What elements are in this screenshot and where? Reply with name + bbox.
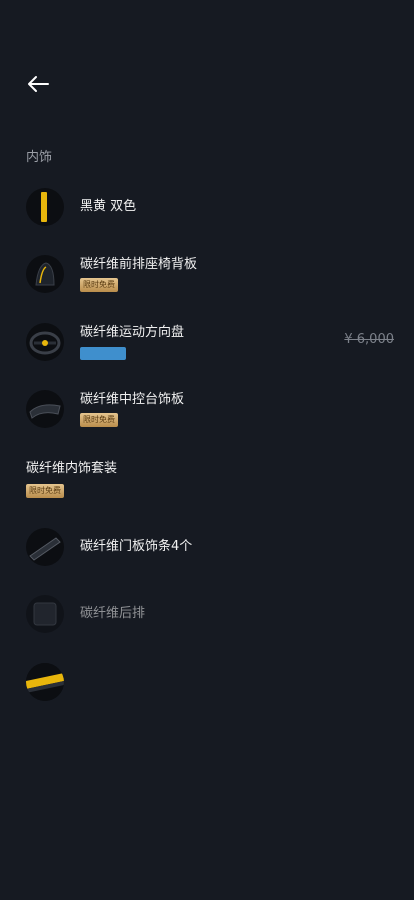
section-title: 内饰 — [26, 150, 53, 165]
back-button[interactable] — [22, 70, 54, 98]
option-black-yellow[interactable]: 黑黄 双色 — [26, 183, 394, 231]
pack-name: 碳纤维内饰套装 — [26, 461, 118, 476]
free-badge: 限时免费 — [80, 413, 118, 427]
black-yellow-swatch — [26, 188, 64, 226]
yellow-sill-thumb — [26, 663, 64, 701]
seat-back-thumb — [26, 255, 64, 293]
option-name: 碳纤维前排座椅背板 — [80, 257, 198, 272]
interior-pack[interactable]: 碳纤维内饰套装 限时免费 — [26, 460, 117, 498]
pack-item-name: 碳纤维后排 — [80, 606, 146, 621]
option-seat-back[interactable]: 碳纤维前排座椅背板 限时免费 — [26, 250, 394, 298]
door-trim-thumb — [26, 528, 64, 566]
console-trim-thumb — [26, 390, 64, 428]
option-console-trim[interactable]: 碳纤维中控台饰板 限时免费 — [26, 385, 394, 433]
tag-bar — [80, 347, 126, 360]
steering-wheel-thumb — [26, 323, 64, 361]
pack-item-sill — [26, 658, 394, 706]
option-name: 黑黄 双色 — [80, 199, 137, 214]
original-price: ¥ 6,000 — [344, 332, 394, 347]
option-name: 碳纤维中控台饰板 — [80, 392, 185, 407]
rear-panel-thumb — [26, 595, 64, 633]
pack-item-name: 碳纤维门板饰条4个 — [80, 539, 193, 554]
free-badge: 限时免费 — [80, 278, 118, 292]
option-steering-wheel[interactable]: 碳纤维运动方向盘 ¥ 6,000 — [26, 318, 394, 366]
option-name: 碳纤维运动方向盘 — [80, 325, 185, 340]
pack-item-door-trim: 碳纤维门板饰条4个 — [26, 523, 394, 571]
free-badge: 限时免费 — [26, 484, 64, 498]
arrow-left-icon — [28, 76, 49, 92]
pack-item-rear-panel: 碳纤维后排 — [26, 590, 394, 638]
